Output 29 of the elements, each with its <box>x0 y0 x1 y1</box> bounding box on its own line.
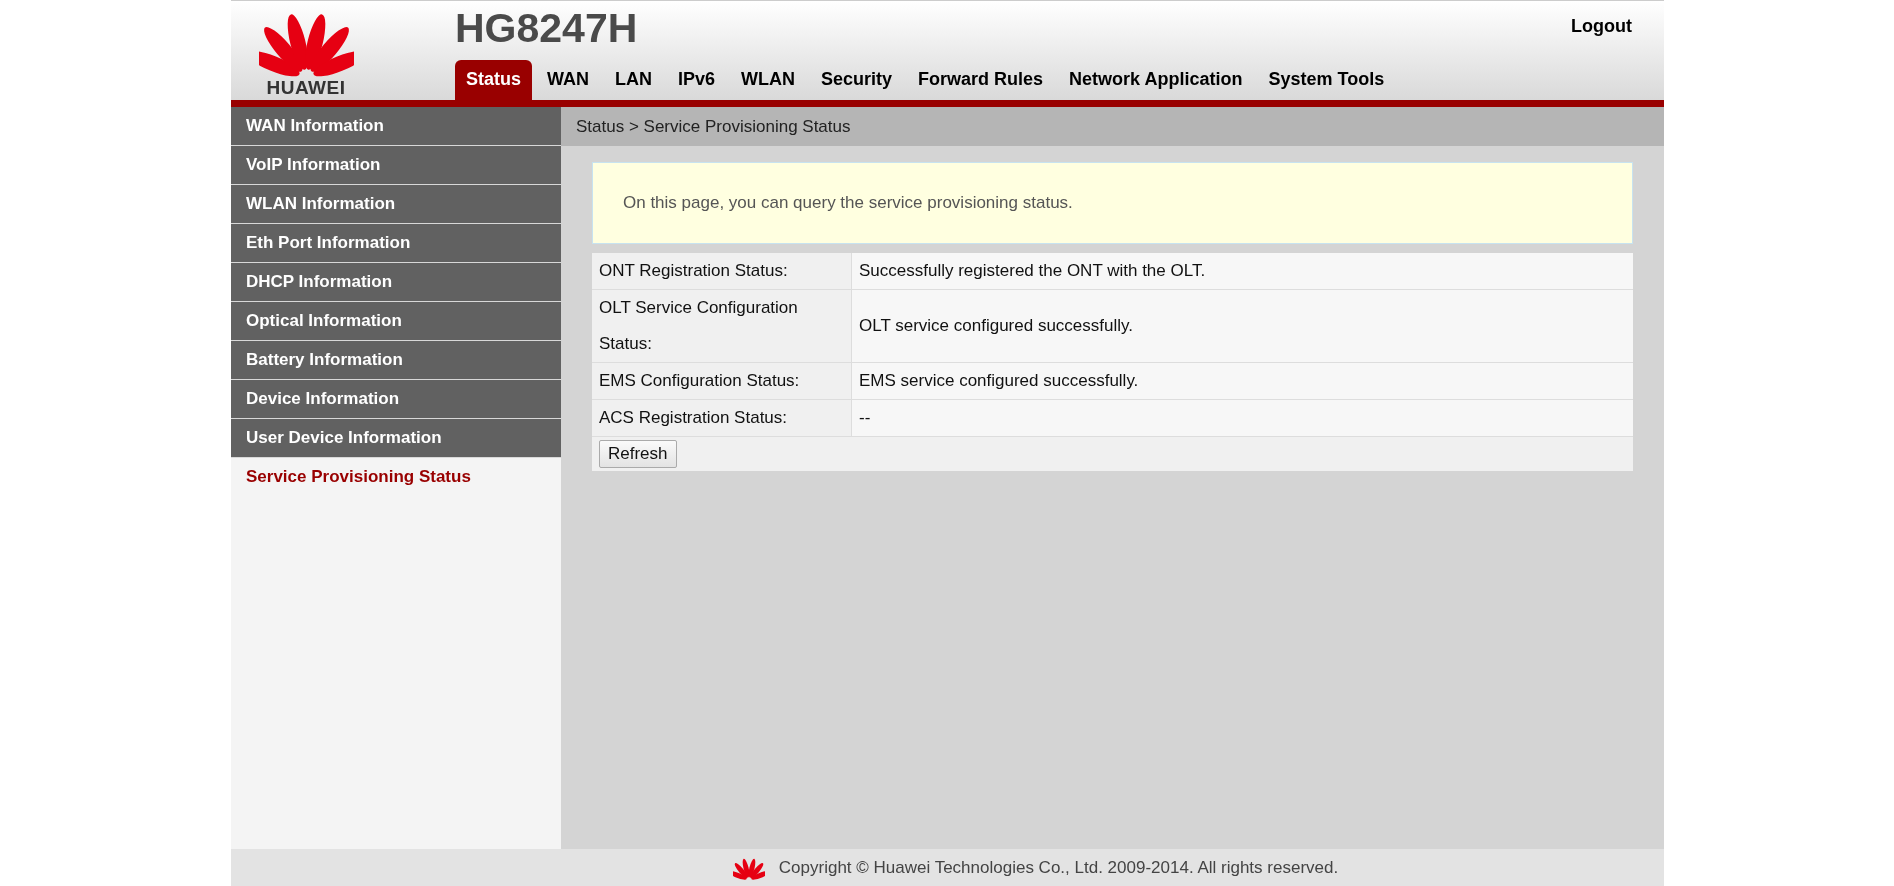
sidebar-item[interactable]: User Device Information <box>231 419 561 458</box>
sidebar-item[interactable]: DHCP Information <box>231 263 561 302</box>
refresh-button[interactable]: Refresh <box>599 440 677 468</box>
sidebar-item[interactable]: Battery Information <box>231 341 561 380</box>
nav-tab[interactable]: WLAN <box>730 60 807 100</box>
sidebar-item[interactable]: Device Information <box>231 380 561 419</box>
nav-tab[interactable]: System Tools <box>1257 60 1396 100</box>
nav-tab[interactable]: Security <box>810 60 904 100</box>
nav-tab[interactable]: IPv6 <box>667 60 727 100</box>
nav-tab[interactable]: Network Application <box>1058 60 1254 100</box>
nav-tab[interactable]: Status <box>455 60 532 100</box>
nav-tab[interactable]: WAN <box>536 60 600 100</box>
sidebar-item[interactable]: Eth Port Information <box>231 224 561 263</box>
logout-link[interactable]: Logout <box>1571 16 1632 37</box>
brand-name: HUAWEI <box>266 77 346 99</box>
table-cell: ACS Registration Status: <box>592 400 852 437</box>
sidebar-item[interactable]: Optical Information <box>231 302 561 341</box>
sidebar-item[interactable]: VoIP Information <box>231 146 561 185</box>
copyright-text: Copyright © Huawei Technologies Co., Ltd. 2009-2014. All rights reserved. <box>778 857 1339 878</box>
table-cell: EMS Configuration Status: <box>592 363 852 400</box>
breadcrumb: Status > Service Provisioning Status <box>561 107 1664 146</box>
table-cell: ONT Registration Status: <box>592 253 852 290</box>
model-title: HG8247H <box>455 5 638 51</box>
table-cell: OLT Service Configuration Status: <box>592 290 852 363</box>
nav-tab[interactable]: LAN <box>604 60 663 100</box>
sidebar-item[interactable]: WAN Information <box>231 107 561 146</box>
nav-tab[interactable]: Forward Rules <box>907 60 1055 100</box>
info-notice: On this page, you can query the service provisioning status. <box>592 162 1633 244</box>
sidebar-item[interactable]: WLAN Information <box>231 185 561 224</box>
